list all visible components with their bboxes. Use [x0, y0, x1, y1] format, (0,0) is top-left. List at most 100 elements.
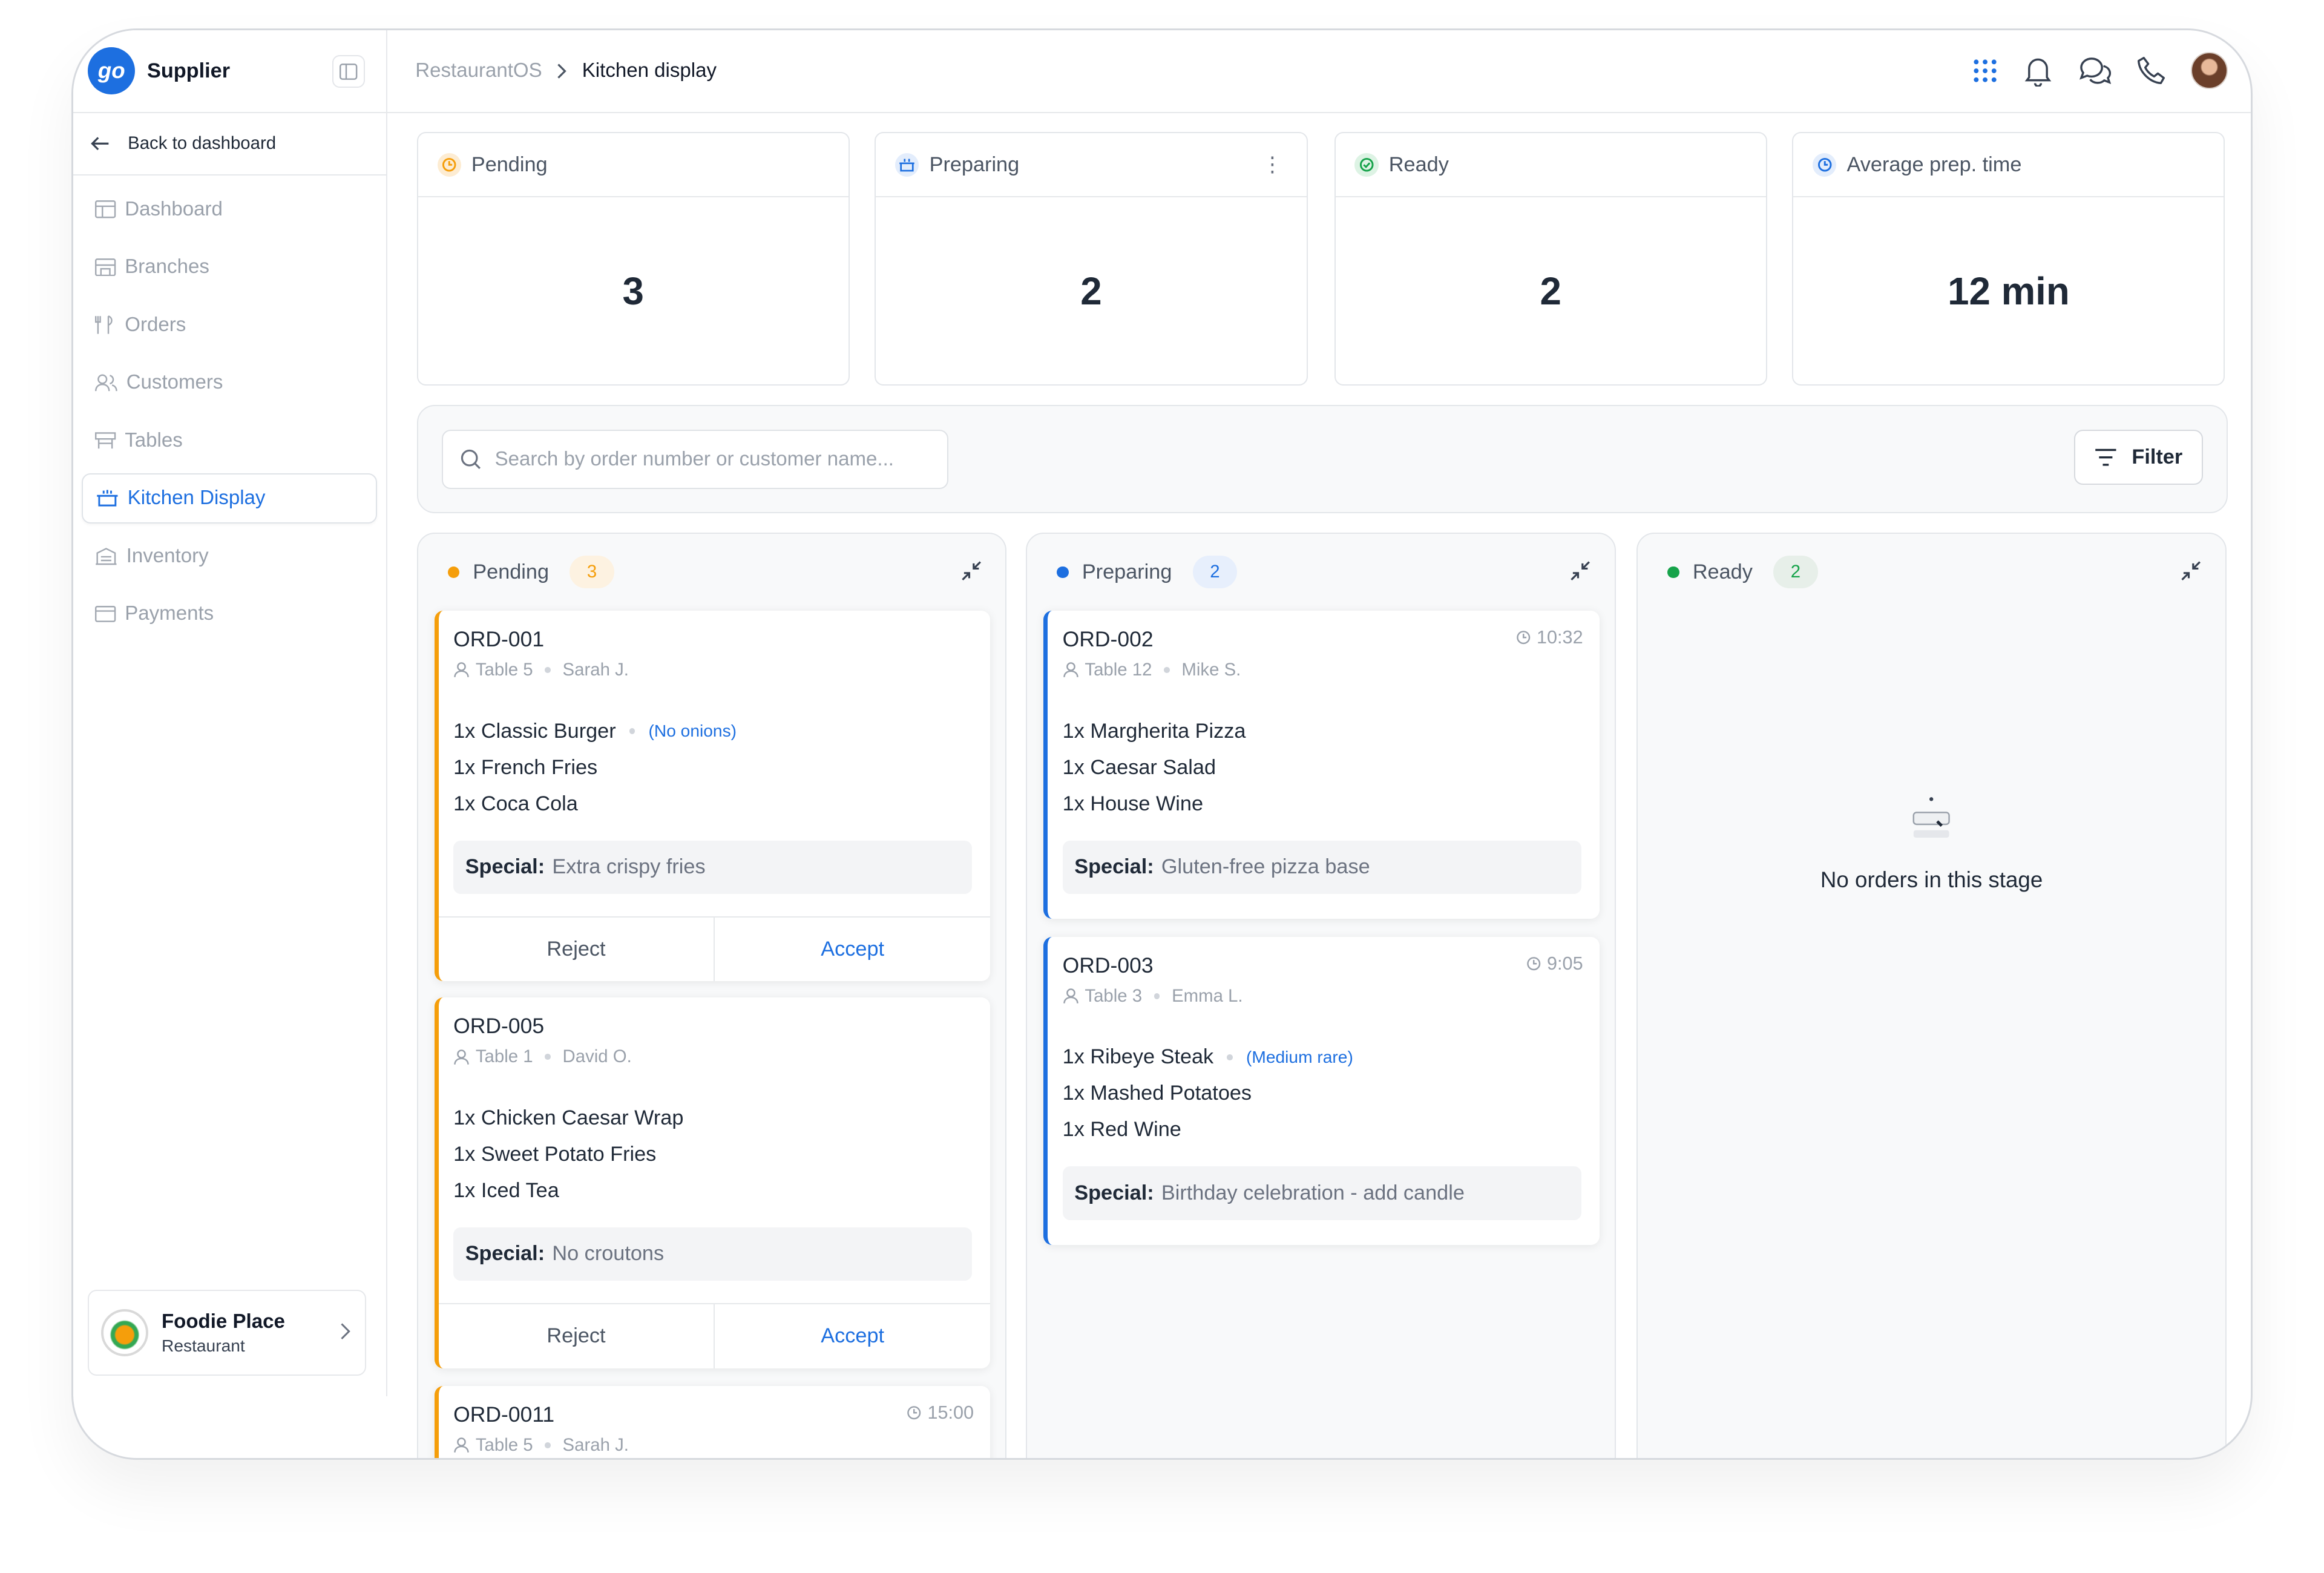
order-item: 1x Red Wine — [1062, 1118, 1181, 1141]
back-to-dashboard-link[interactable]: Back to dashboard — [73, 113, 386, 176]
reject-button[interactable]: Reject — [439, 917, 715, 982]
order-card[interactable]: ORD-001 Table 5 Sarah J. 1x Classic Burg… — [434, 611, 990, 982]
order-item: 1x Classic Burger — [453, 719, 616, 743]
user-icon — [454, 1437, 469, 1453]
minimize-icon[interactable] — [961, 560, 982, 581]
order-card[interactable]: ORD-0011 15:00 Table 5 Sarah J. — [434, 1385, 990, 1459]
sidebar-item-label: Inventory — [126, 544, 209, 567]
order-item: 1x House Wine — [1062, 792, 1204, 815]
order-id: ORD-0011 — [453, 1402, 555, 1427]
filter-icon — [2095, 448, 2116, 466]
chat-icon[interactable] — [2078, 56, 2111, 85]
sidebar-item-dashboard[interactable]: Dashboard — [82, 184, 377, 234]
sidebar-item-label: Payments — [125, 602, 214, 625]
order-table: Table 1 — [475, 1046, 533, 1067]
order-item: 1x Iced Tea — [453, 1178, 559, 1202]
special-label: Special: — [465, 1242, 545, 1266]
sidebar-panel-icon — [340, 63, 358, 80]
inventory-icon — [96, 548, 117, 565]
item-note: (Medium rare) — [1246, 1047, 1353, 1066]
sidebar-item-label: Tables — [125, 429, 183, 452]
bell-icon[interactable] — [2023, 55, 2053, 87]
minimize-icon[interactable] — [2181, 560, 2201, 581]
brand-name: Supplier — [146, 59, 231, 82]
workspace-switcher[interactable]: Foodie Place Restaurant — [88, 1290, 367, 1376]
search-input[interactable]: Search by order number or customer name.… — [441, 430, 949, 490]
chevron-right-icon — [557, 63, 566, 79]
order-item: 1x Mashed Potatoes — [1062, 1082, 1252, 1105]
sidebar-item-tables[interactable]: Tables — [82, 415, 377, 465]
order-item: 1x Coca Cola — [453, 792, 578, 815]
check-circle-icon — [1354, 153, 1379, 177]
user-avatar[interactable] — [2191, 52, 2228, 90]
dashboard-icon — [95, 200, 116, 218]
column-preparing: Preparing 2 ORD-002 10:32 Table 12 Mike … — [1026, 532, 1616, 1459]
sidebar-toggle-button[interactable] — [332, 55, 365, 88]
clock-icon — [907, 1406, 921, 1420]
search-icon — [461, 449, 481, 470]
apps-grid-icon[interactable] — [1972, 57, 1998, 84]
sidebar: go Supplier Back to dashboard Dashboard … — [73, 30, 387, 1397]
filter-label: Filter — [2132, 445, 2183, 469]
stat-value: 2 — [1540, 269, 1561, 313]
order-item: 1x Margherita Pizza — [1062, 719, 1246, 743]
column-title: Ready — [1692, 560, 1753, 583]
more-vertical-icon[interactable]: ⋮ — [1262, 153, 1282, 177]
item-note: (No onions) — [648, 721, 737, 741]
sidebar-item-label: Orders — [125, 313, 186, 336]
sidebar-nav: Dashboard Branches Orders Customers Tabl… — [73, 176, 386, 655]
special-text: Gluten-free pizza base — [1161, 855, 1370, 879]
user-icon — [454, 662, 469, 678]
sidebar-item-branches[interactable]: Branches — [82, 242, 377, 292]
order-card[interactable]: ORD-003 9:05 Table 3 Emma L. 1x Ribeye S… — [1043, 936, 1600, 1246]
accept-button[interactable]: Accept — [715, 1304, 990, 1368]
special-instructions: Special: Extra crispy fries — [453, 840, 973, 894]
special-text: Extra crispy fries — [552, 855, 706, 879]
app-window: go Supplier Back to dashboard Dashboard … — [71, 28, 2253, 1460]
order-table: Table 12 — [1085, 659, 1152, 680]
accept-button[interactable]: Accept — [715, 918, 990, 982]
chevron-right-icon — [341, 1322, 350, 1339]
order-card[interactable]: ORD-002 10:32 Table 12 Mike S. 1x Marghe… — [1043, 611, 1600, 919]
arrow-left-icon — [91, 137, 109, 150]
sidebar-item-payments[interactable]: Payments — [82, 589, 377, 639]
reject-button[interactable]: Reject — [439, 1304, 715, 1368]
order-time: 9:05 — [1547, 953, 1583, 974]
order-time: 10:32 — [1537, 627, 1583, 648]
store-icon — [95, 258, 116, 276]
top-bar: RestaurantOS Kitchen display — [387, 30, 2251, 113]
stat-card-pending: Pending 3 — [416, 132, 850, 386]
stat-value: 2 — [1080, 269, 1102, 313]
stat-label: Preparing — [929, 153, 1020, 176]
stat-label: Average prep. time — [1846, 153, 2022, 176]
order-id: ORD-001 — [453, 627, 545, 651]
order-id: ORD-005 — [453, 1014, 545, 1039]
order-table: Table 5 — [475, 1434, 533, 1455]
sidebar-item-customers[interactable]: Customers — [82, 358, 377, 408]
sidebar-item-label: Kitchen Display — [127, 487, 266, 510]
breadcrumb-root[interactable]: RestaurantOS — [415, 59, 542, 82]
order-customer: Mike S. — [1181, 659, 1241, 680]
clock-icon — [1516, 631, 1530, 645]
sidebar-item-inventory[interactable]: Inventory — [82, 531, 377, 581]
phone-icon[interactable] — [2136, 56, 2166, 85]
sidebar-item-orders[interactable]: Orders — [82, 300, 377, 350]
empty-tray-icon — [1902, 793, 1961, 852]
order-item: 1x Caesar Salad — [1062, 755, 1216, 779]
users-icon — [95, 374, 117, 391]
utensils-icon — [95, 315, 113, 334]
filter-button[interactable]: Filter — [2074, 430, 2204, 485]
clock-icon — [1813, 153, 1837, 177]
sidebar-item-kitchen-display[interactable]: Kitchen Display — [82, 473, 378, 524]
minimize-icon[interactable] — [1570, 560, 1590, 581]
user-icon — [1063, 988, 1078, 1004]
user-icon — [454, 1049, 469, 1065]
toolbar: Search by order number or customer name.… — [416, 405, 2228, 513]
special-instructions: Special: Birthday celebration - add cand… — [1062, 1166, 1581, 1220]
special-text: Birthday celebration - add candle — [1161, 1181, 1465, 1205]
column-count-badge: 2 — [1773, 556, 1818, 589]
status-dot — [1667, 566, 1679, 579]
column-title: Preparing — [1082, 560, 1172, 583]
special-text: No croutons — [552, 1242, 665, 1266]
order-card[interactable]: ORD-005 Table 1 David O. 1x Chicken Caes… — [434, 997, 990, 1368]
